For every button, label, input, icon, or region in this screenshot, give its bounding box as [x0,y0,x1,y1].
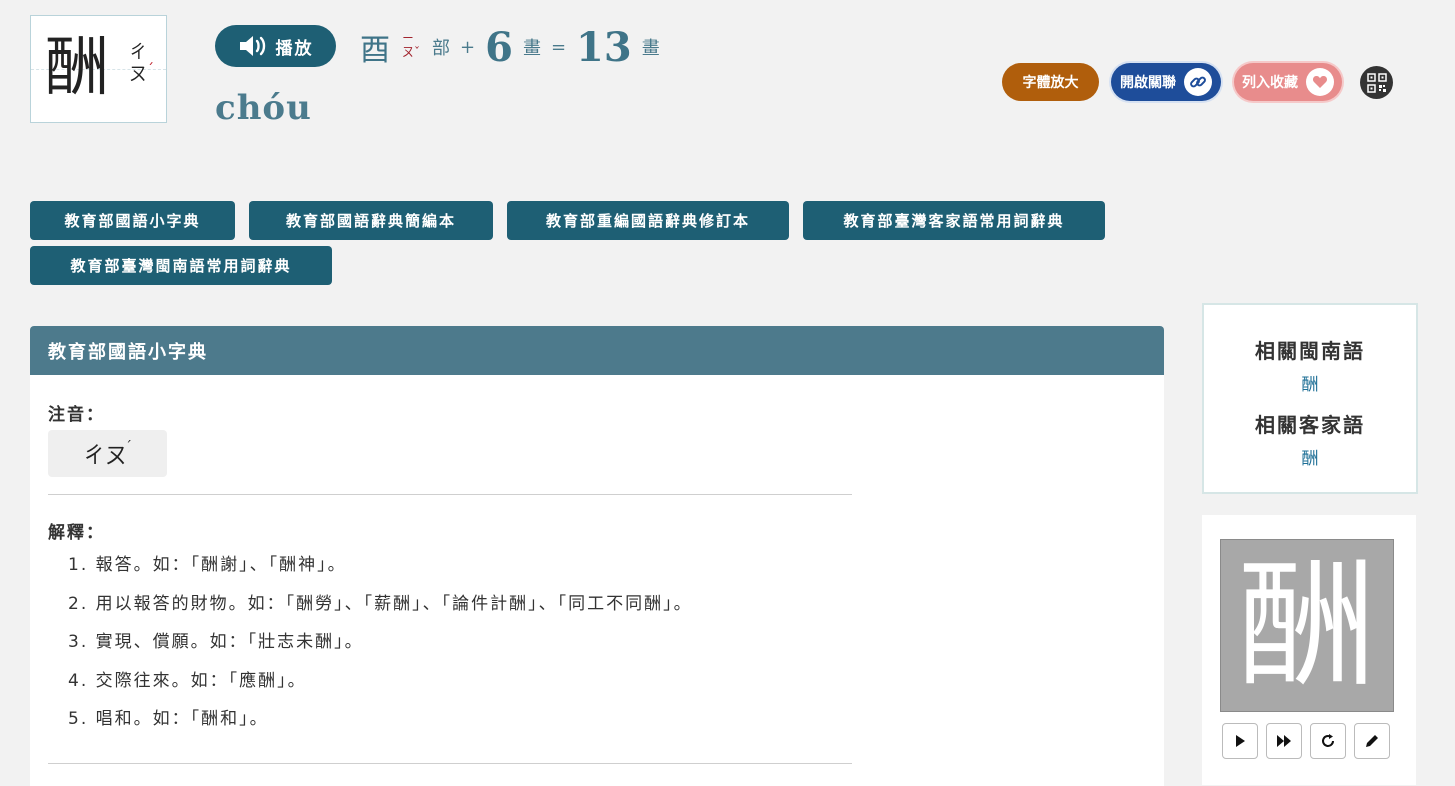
fast-forward-icon [1277,735,1291,747]
related-hakka-link[interactable]: 酬 [1204,444,1416,469]
zhuyin-value: ㄔㄡ [82,443,127,469]
dict-button-concise[interactable]: 教育部國語辭典簡編本 [249,201,493,240]
radical[interactable]: 酉 [360,25,390,69]
open-link-button[interactable]: 開啟關聯 [1111,63,1221,101]
replay-icon [1322,734,1334,747]
stroke-order-canvas: 酬 [1220,539,1394,712]
pinyin: chóu [215,88,312,128]
qr-code-icon [1366,72,1387,93]
play-label: 播放 [275,38,314,59]
heart-icon [1306,68,1334,96]
stroke-fast-forward-button[interactable] [1266,723,1302,759]
related-minnan-title: 相關閩南語 [1255,339,1365,363]
definition-item: 4. 交際往來。如：「應酬」。 [68,670,307,691]
stroke-play-button[interactable] [1222,723,1258,759]
zhuyin-tone: ˊ [147,62,154,78]
zhuyin-initial: ㄔ [129,42,147,63]
dict-button-mini[interactable]: 教育部國語小字典 [30,201,235,240]
definition-item: 5. 唱和。如：「酬和」。 [68,709,269,729]
divider [48,763,852,764]
qr-code-button[interactable] [1360,66,1393,99]
extra-strokes: 6 [485,23,513,71]
divider [48,494,852,495]
dictionary-entry-panel: 教育部國語小字典 注音： ㄔㄡ ˊ 解釋： 1. 報答。如：「酬謝」、「酬神」。… [30,326,1164,786]
radical-zhuyin: ㄧ ㄡˇ [400,27,422,67]
stroke-order-card: 酬 [1202,515,1416,785]
equals-sign: = [550,36,567,58]
related-languages-box: 相關閩南語 酬 相關客家語 酬 [1202,303,1418,494]
radical-strokes-info: 酉 ㄧ ㄡˇ 部 + 6 畫 = 13 畫 [360,22,660,72]
explanation-label: 解釋： [48,523,105,543]
zhuyin-final: ㄡ [129,64,147,85]
character-card: 酬 ㄔ ㄡ ˊ [30,15,167,123]
radical-suffix: 部 [432,38,450,59]
total-strokes: 13 [576,23,632,71]
play-audio-button[interactable]: 播放 [215,25,336,67]
definitions-list: 1. 報答。如：「酬謝」、「酬神」。 2. 用以報答的財物。如：「酬勞」、「薪酬… [68,546,693,739]
dict-button-hakka[interactable]: 教育部臺灣客家語常用詞辭典 [803,201,1105,240]
pencil-icon [1366,735,1378,747]
main-character: 酬 [45,31,109,105]
radical-zhuyin-bottom: ㄡˇ [402,45,421,59]
speaker-icon [239,36,265,56]
zhuyin-vertical: ㄔ ㄡ [128,42,148,86]
strokes-unit: 畫 [522,38,541,59]
definition-item: 3. 實現、償願。如：「壯志未酬」。 [68,632,364,652]
zhuyin-audio-box[interactable]: ㄔㄡ ˊ [48,430,167,477]
enlarge-font-button[interactable]: 字體放大 [1002,63,1099,101]
strokes-unit-total: 畫 [641,38,660,59]
add-favorite-button[interactable]: 列入收藏 [1234,63,1342,101]
play-icon [1236,735,1245,747]
link-icon [1184,68,1212,96]
plus-sign: + [460,36,476,58]
panel-title: 教育部國語小字典 [30,326,1164,375]
related-hakka-title: 相關客家語 [1255,413,1365,437]
dict-button-minnan[interactable]: 教育部臺灣閩南語常用詞辭典 [30,246,332,285]
add-favorite-label: 列入收藏 [1242,75,1298,91]
definition-item: 2. 用以報答的財物。如：「酬勞」、「薪酬」、「論件計酬」、「同工不同酬」。 [68,593,693,614]
dict-button-revised[interactable]: 教育部重編國語辭典修訂本 [507,201,789,240]
zhuyin-value-tone: ˊ [125,438,132,455]
stroke-replay-button[interactable] [1310,723,1346,759]
related-minnan-link[interactable]: 酬 [1204,370,1416,395]
stroke-write-button[interactable] [1354,723,1390,759]
zhuyin-label: 注音： [48,405,105,425]
enlarge-font-label: 字體放大 [1022,75,1079,91]
definition-item: 1. 報答。如：「酬謝」、「酬神」。 [68,555,347,575]
open-link-label: 開啟關聯 [1120,75,1176,91]
